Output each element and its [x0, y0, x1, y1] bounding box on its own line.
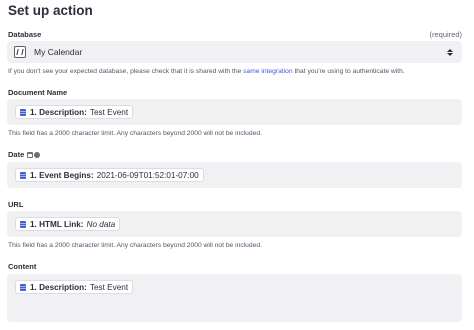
- database-icon: [20, 283, 26, 291]
- pill-step: 1. Description:: [30, 107, 87, 117]
- content-pill[interactable]: 1. Description: Test Event: [15, 280, 134, 294]
- database-icon: [20, 220, 26, 228]
- document-name-help: This field has a 2000 character limit. A…: [8, 130, 262, 137]
- pill-step: 1. Description:: [30, 282, 87, 292]
- required-indicator: (required): [429, 30, 462, 39]
- database-select-value: My Calendar: [34, 47, 83, 57]
- info-icon: [34, 151, 41, 158]
- page-title: Set up action: [8, 3, 93, 18]
- pill-value: No data: [86, 219, 116, 229]
- database-select[interactable]: My Calendar: [7, 41, 462, 63]
- date-pill[interactable]: 1. Event Begins: 2021-06-09T01:52:01-07:…: [15, 168, 204, 182]
- date-field[interactable]: 1. Event Begins: 2021-06-09T01:52:01-07:…: [7, 162, 462, 188]
- date-label-row: Date: [8, 150, 462, 159]
- pill-value: 2021-06-09T01:52:01-07:00: [96, 170, 199, 180]
- database-icon: [20, 171, 26, 179]
- same-integration-link[interactable]: same integration: [243, 68, 292, 75]
- document-name-label-row: Document Name: [8, 88, 462, 97]
- url-help: This field has a 2000 character limit. A…: [8, 242, 262, 249]
- pill-step: 1. HTML Link:: [30, 219, 84, 229]
- database-help-text: If you don't see your expected database,…: [8, 68, 405, 75]
- pill-step: 1. Event Begins:: [30, 170, 94, 180]
- content-field[interactable]: 1. Description: Test Event: [7, 274, 462, 322]
- chevron-updown-icon: [447, 48, 453, 56]
- pill-value: Test Event: [89, 282, 129, 292]
- document-name-pill[interactable]: 1. Description: Test Event: [15, 105, 134, 119]
- database-label: Database: [8, 30, 42, 39]
- database-label-row: Database (required): [8, 30, 462, 39]
- url-label: URL: [8, 200, 24, 209]
- url-pill[interactable]: 1. HTML Link: No data: [15, 217, 121, 231]
- document-name-field[interactable]: 1. Description: Test Event: [7, 99, 462, 125]
- notion-icon: [14, 46, 26, 58]
- url-label-row: URL: [8, 200, 462, 209]
- url-field[interactable]: 1. HTML Link: No data: [7, 211, 462, 237]
- database-icon: [20, 108, 26, 116]
- date-label: Date: [8, 150, 25, 159]
- calendar-icon: [27, 151, 34, 158]
- content-label-row: Content: [8, 262, 462, 271]
- pill-value: Test Event: [89, 107, 129, 117]
- content-label: Content: [8, 262, 37, 271]
- document-name-label: Document Name: [8, 88, 68, 97]
